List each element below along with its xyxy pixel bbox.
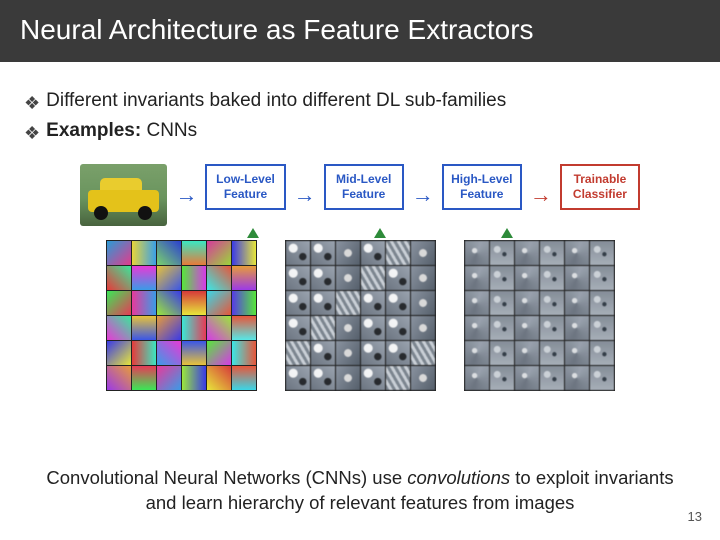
flow-box-high-level: High-Level Feature — [442, 164, 522, 210]
bullet-2-rest: CNNs — [141, 120, 197, 141]
bullet-2-text: Examples: CNNs — [46, 120, 197, 142]
arrow-right-icon: → — [412, 182, 434, 208]
slide-body: ❖ Different invariants baked into differ… — [0, 62, 720, 391]
caption-emphasis: convolutions — [407, 467, 510, 488]
flow-box-line2: Feature — [450, 187, 514, 202]
connector-arrow-icon — [247, 228, 259, 238]
input-image-thumbnail — [80, 164, 167, 226]
high-level-feature-grid — [464, 240, 615, 391]
slide-caption: Convolutional Neural Networks (CNNs) use… — [0, 466, 720, 516]
flow-box-line1: Mid-Level — [332, 172, 396, 187]
bullet-2: ❖ Examples: CNNs — [24, 120, 696, 146]
flow-box-mid-level: Mid-Level Feature — [324, 164, 404, 210]
bullet-1-text: Different invariants baked into differen… — [46, 90, 506, 112]
connector-arrow-icon — [374, 228, 386, 238]
mid-level-feature-grid — [285, 240, 436, 391]
flow-box-line1: Trainable — [568, 172, 632, 187]
diamond-bullet-icon: ❖ — [24, 120, 40, 146]
bullet-1: ❖ Different invariants baked into differ… — [24, 90, 696, 116]
slide-title: Neural Architecture as Feature Extractor… — [0, 0, 720, 62]
flow-box-line2: Classifier — [568, 187, 632, 202]
flow-row: → Low-Level Feature → Mid-Level Feature … — [80, 164, 640, 226]
flow-box-line2: Feature — [332, 187, 396, 202]
flow-box-line1: High-Level — [450, 172, 514, 187]
flow-box-classifier: Trainable Classifier — [560, 164, 640, 210]
flow-box-line1: Low-Level — [213, 172, 277, 187]
cnn-diagram: → Low-Level Feature → Mid-Level Feature … — [80, 164, 640, 391]
caption-part1: Convolutional Neural Networks (CNNs) use — [46, 467, 407, 488]
flow-box-low-level: Low-Level Feature — [205, 164, 285, 210]
feature-grids-row — [80, 240, 640, 391]
flow-connectors — [190, 228, 570, 238]
arrow-right-icon: → — [294, 182, 316, 208]
diamond-bullet-icon: ❖ — [24, 90, 40, 116]
low-level-feature-grid — [106, 240, 257, 391]
connector-arrow-icon — [501, 228, 513, 238]
page-number: 13 — [688, 509, 702, 524]
flow-box-line2: Feature — [213, 187, 277, 202]
bullet-2-label: Examples: — [46, 120, 141, 141]
arrow-right-icon: → — [530, 182, 552, 208]
arrow-right-icon: → — [175, 182, 197, 208]
